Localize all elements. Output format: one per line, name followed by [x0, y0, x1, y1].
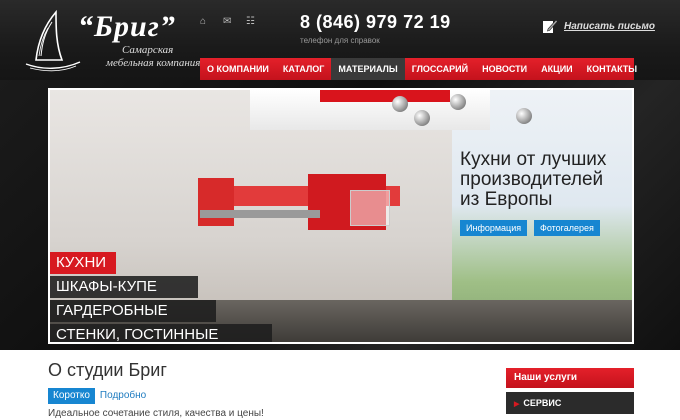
logo[interactable]: “Бриг” Самарская мебельная компания: [22, 8, 200, 74]
tab-short[interactable]: Коротко: [48, 388, 95, 404]
page-title: О студии Бриг: [48, 360, 167, 380]
tab-detailed[interactable]: Подробно: [95, 388, 151, 404]
nav-item-contacts[interactable]: КОНТАКТЫ: [580, 58, 644, 80]
triangle-right-icon: ▶: [514, 401, 520, 408]
nav-item-glossary[interactable]: ГЛОССАРИЙ: [405, 58, 475, 80]
nav-item-promotions[interactable]: АКЦИИ: [534, 58, 580, 80]
sitemap-icon[interactable]: ☷: [246, 16, 257, 27]
nav-item-materials[interactable]: МАТЕРИАЛЫ: [331, 58, 405, 80]
pendant-lamp: [450, 94, 466, 110]
services-item-service[interactable]: ▶ СЕРВИС: [506, 392, 634, 414]
site-header: “Бриг” Самарская мебельная компания ⌂ ✉ …: [0, 0, 680, 80]
info-button[interactable]: Информация: [460, 220, 528, 236]
content-tabs: Коротко Подробно: [48, 388, 151, 404]
home-icon[interactable]: ⌂: [200, 16, 211, 27]
pendant-lamp: [392, 96, 408, 112]
category-wardrobes[interactable]: ШКАФЫ-КУПЕ: [50, 276, 198, 298]
phone-number: 8 (846) 979 72 19: [300, 12, 451, 32]
pendant-lamp: [516, 108, 532, 124]
nav-item-news[interactable]: НОВОСТИ: [475, 58, 534, 80]
services-heading: Наши услуги: [506, 368, 634, 388]
category-kitchens[interactable]: КУХНИ: [50, 252, 116, 274]
category-dressing-rooms[interactable]: ГАРДЕРОБНЫЕ: [50, 300, 216, 322]
top-icons: ⌂ ✉ ☷: [200, 16, 257, 27]
write-letter[interactable]: Написать письмо: [542, 18, 655, 34]
nav-item-company[interactable]: О КОМПАНИИ: [200, 58, 276, 80]
logo-subtitle: Самарская: [122, 44, 174, 56]
hero-hood: [200, 210, 320, 218]
hero-cabinet-glass: [350, 190, 390, 226]
write-letter-link[interactable]: Написать письмо: [564, 21, 655, 32]
intro-text: Идеальное сочетание стиля, качества и це…: [48, 408, 264, 419]
phone-hint: телефон для справок: [300, 36, 380, 45]
logo-subtitle: мебельная компания: [106, 57, 201, 69]
mail-icon[interactable]: ✉: [223, 16, 234, 27]
logo-title: “Бриг”: [78, 10, 176, 43]
hero-title: Кухни от лучших производителей из Европы: [460, 149, 607, 210]
hero-ceiling-accent: [320, 90, 450, 102]
hero-banner: Кухни от лучших производителей из Европы…: [48, 88, 634, 344]
hero-cabinet: [198, 178, 234, 226]
nav-item-catalog[interactable]: КАТАЛОГ: [276, 58, 332, 80]
category-living-rooms[interactable]: СТЕНКИ, ГОСТИННЫЕ: [50, 324, 272, 342]
gallery-button[interactable]: Фотогалерея: [534, 220, 600, 236]
main-nav: О КОМПАНИИ КАТАЛОГ МАТЕРИАЛЫ ГЛОССАРИЙ Н…: [200, 58, 637, 80]
pendant-lamp: [414, 110, 430, 126]
sailboat-icon: [25, 9, 81, 72]
services-panel: Наши услуги ▶ СЕРВИС: [506, 368, 634, 414]
services-item-label: СЕРВИС: [523, 398, 562, 408]
pencil-note-icon: [543, 19, 558, 33]
